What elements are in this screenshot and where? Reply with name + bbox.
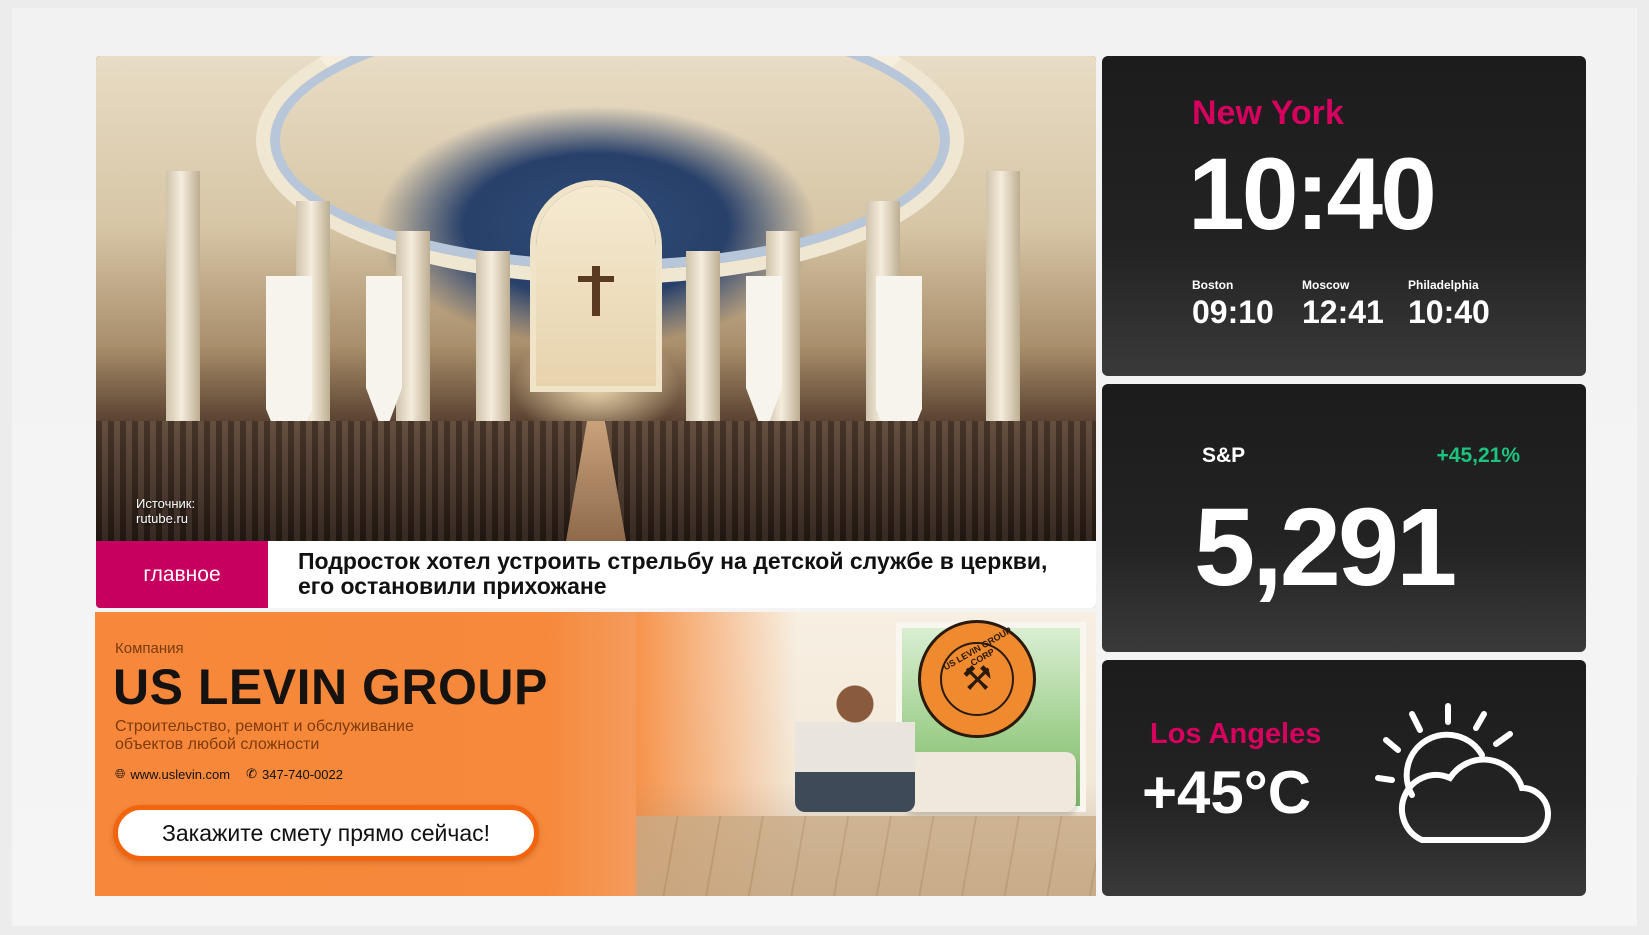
stock-name: S&P xyxy=(1202,444,1246,467)
ad-sofa xyxy=(906,752,1076,812)
sub-clock-philadelphia: Philadelphia 10:40 xyxy=(1408,278,1490,331)
source-value: rutube.ru xyxy=(136,511,189,526)
main-time: 10:40 xyxy=(1188,137,1437,251)
stock-change: +45,21% xyxy=(1436,444,1521,467)
sub-clock-time: 10:40 xyxy=(1408,294,1490,330)
partly-cloudy-icon xyxy=(1375,703,1551,843)
phone-text: 347-740-0022 xyxy=(262,766,343,782)
stock-card: S&P +45,21% 5,291 xyxy=(1102,384,1586,652)
photo-column xyxy=(986,171,1020,461)
ad-company-name: US LEVIN GROUP xyxy=(113,659,548,715)
weather-card: Los Angeles +45°C xyxy=(1102,660,1586,896)
headline-bar[interactable]: главное Подросток хотел устроить стрельб… xyxy=(96,541,1096,608)
photo-cross xyxy=(578,266,614,316)
world-clock-card: New York 10:40 Boston 09:10 Moscow 12:41… xyxy=(1102,56,1586,376)
cta-button[interactable]: Закажите смету прямо сейчас! xyxy=(113,805,539,861)
ad-worker xyxy=(795,682,915,812)
phone-icon: ✆ xyxy=(246,766,258,781)
ad-contacts: 🌐︎ www.uslevin.com ✆ 347-740-0022 xyxy=(115,766,343,782)
sub-clock-city: Philadelphia xyxy=(1408,278,1479,292)
sub-clock-city: Moscow xyxy=(1302,278,1350,292)
news-headline[interactable]: Подросток хотел устроить стрельбу на дет… xyxy=(298,549,1078,599)
main-city: New York xyxy=(1192,94,1344,132)
weather-city: Los Angeles xyxy=(1150,718,1322,750)
sub-clock-moscow: Moscow 12:41 xyxy=(1302,278,1384,331)
ad-company-label: Компания xyxy=(115,640,184,657)
news-panel[interactable]: Источник: rutube.ru главное Подросток хо… xyxy=(96,56,1096,608)
sub-clock-city: Boston xyxy=(1192,278,1234,292)
ad-floor xyxy=(636,816,1096,896)
globe-icon: 🌐︎ xyxy=(115,766,126,781)
ad-description: Строительство, ремонт и обслуживание объ… xyxy=(115,718,414,753)
news-photo: Источник: rutube.ru xyxy=(96,56,1096,541)
source-label: Источник: xyxy=(136,496,196,511)
photo-source: Источник: rutube.ru xyxy=(136,496,195,526)
ad-phone[interactable]: ✆ 347-740-0022 xyxy=(246,766,343,782)
ad-website[interactable]: 🌐︎ www.uslevin.com xyxy=(115,766,230,782)
website-text: www.uslevin.com xyxy=(130,766,231,782)
sub-clock-time: 09:10 xyxy=(1192,294,1274,330)
news-tag: главное xyxy=(96,541,268,608)
sub-clock-boston: Boston 09:10 xyxy=(1192,278,1274,331)
sub-clock-time: 12:41 xyxy=(1302,294,1384,330)
stock-value: 5,291 xyxy=(1194,486,1457,609)
company-logo: US LEVIN GROUP CORP ⚒ xyxy=(918,620,1036,738)
ad-banner[interactable]: US LEVIN GROUP CORP ⚒ Компания US LEVIN … xyxy=(95,612,1096,896)
weather-temp: +45°C xyxy=(1142,759,1312,826)
photo-column xyxy=(166,171,200,461)
